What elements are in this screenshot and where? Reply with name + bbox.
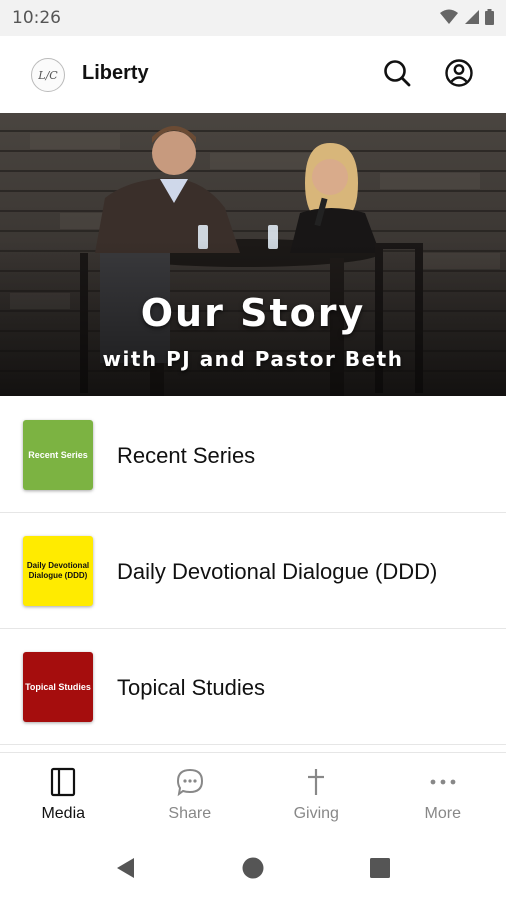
media-icon xyxy=(48,767,78,797)
nav-label: Media xyxy=(41,805,86,822)
back-icon[interactable] xyxy=(114,856,138,880)
app-bar: L/C Liberty xyxy=(0,36,506,114)
hero-banner[interactable]: Our Story with PJ and Pastor Beth xyxy=(0,113,506,396)
list-item-daily-devotional[interactable]: Daily Devotional Dialogue (DDD) Daily De… xyxy=(0,513,506,629)
app-title: Liberty xyxy=(82,62,149,84)
account-icon xyxy=(445,59,473,87)
media-list: Recent Series Recent Series Daily Devoti… xyxy=(0,397,506,745)
topical-studies-thumbnail: Topical Studies xyxy=(23,652,93,722)
account-button[interactable] xyxy=(441,55,477,91)
list-item-topical-studies[interactable]: Topical Studies Topical Studies xyxy=(0,629,506,745)
hero-title: Our Story xyxy=(140,291,366,335)
logo-text: L/C xyxy=(38,68,58,82)
nav-tab-giving[interactable]: Giving xyxy=(253,753,380,839)
search-button[interactable] xyxy=(379,55,415,91)
status-time: 10:26 xyxy=(12,8,61,28)
nav-tab-media[interactable]: Media xyxy=(0,753,127,839)
system-navigation-bar xyxy=(0,838,506,900)
list-item-label: Topical Studies xyxy=(117,675,265,700)
daily-devotional-thumbnail: Daily Devotional Dialogue (DDD) xyxy=(23,536,93,606)
wifi-icon xyxy=(440,9,458,24)
hero-subtitle: with PJ and Pastor Beth xyxy=(102,347,404,371)
thumbnail-text: Topical Studies xyxy=(25,681,91,692)
app-logo: L/C xyxy=(31,58,65,92)
recent-series-thumbnail: Recent Series xyxy=(23,420,93,490)
nav-label: More xyxy=(424,805,461,822)
search-icon xyxy=(384,60,411,87)
cellular-icon xyxy=(465,10,479,24)
thumbnail-text: Daily Devotional Dialogue (DDD) xyxy=(26,561,90,580)
battery-icon xyxy=(485,9,494,25)
nav-tab-more[interactable]: More xyxy=(380,753,506,839)
more-icon xyxy=(428,767,458,797)
thumbnail-text: Recent Series xyxy=(28,449,88,460)
list-item-recent-series[interactable]: Recent Series Recent Series xyxy=(0,397,506,513)
chat-icon xyxy=(175,767,205,797)
bottom-navigation: Media Share Giving More xyxy=(0,752,506,839)
status-icons xyxy=(440,9,494,25)
home-icon[interactable] xyxy=(241,856,265,880)
nav-tab-share[interactable]: Share xyxy=(127,753,254,839)
nav-label: Giving xyxy=(293,805,339,822)
list-item-label: Recent Series xyxy=(117,443,256,468)
cross-icon xyxy=(301,767,331,797)
nav-label: Share xyxy=(168,805,212,822)
list-item-label: Daily Devotional Dialogue (DDD) xyxy=(117,559,438,584)
recents-icon[interactable] xyxy=(368,856,392,880)
status-bar: 10:26 xyxy=(0,0,506,36)
